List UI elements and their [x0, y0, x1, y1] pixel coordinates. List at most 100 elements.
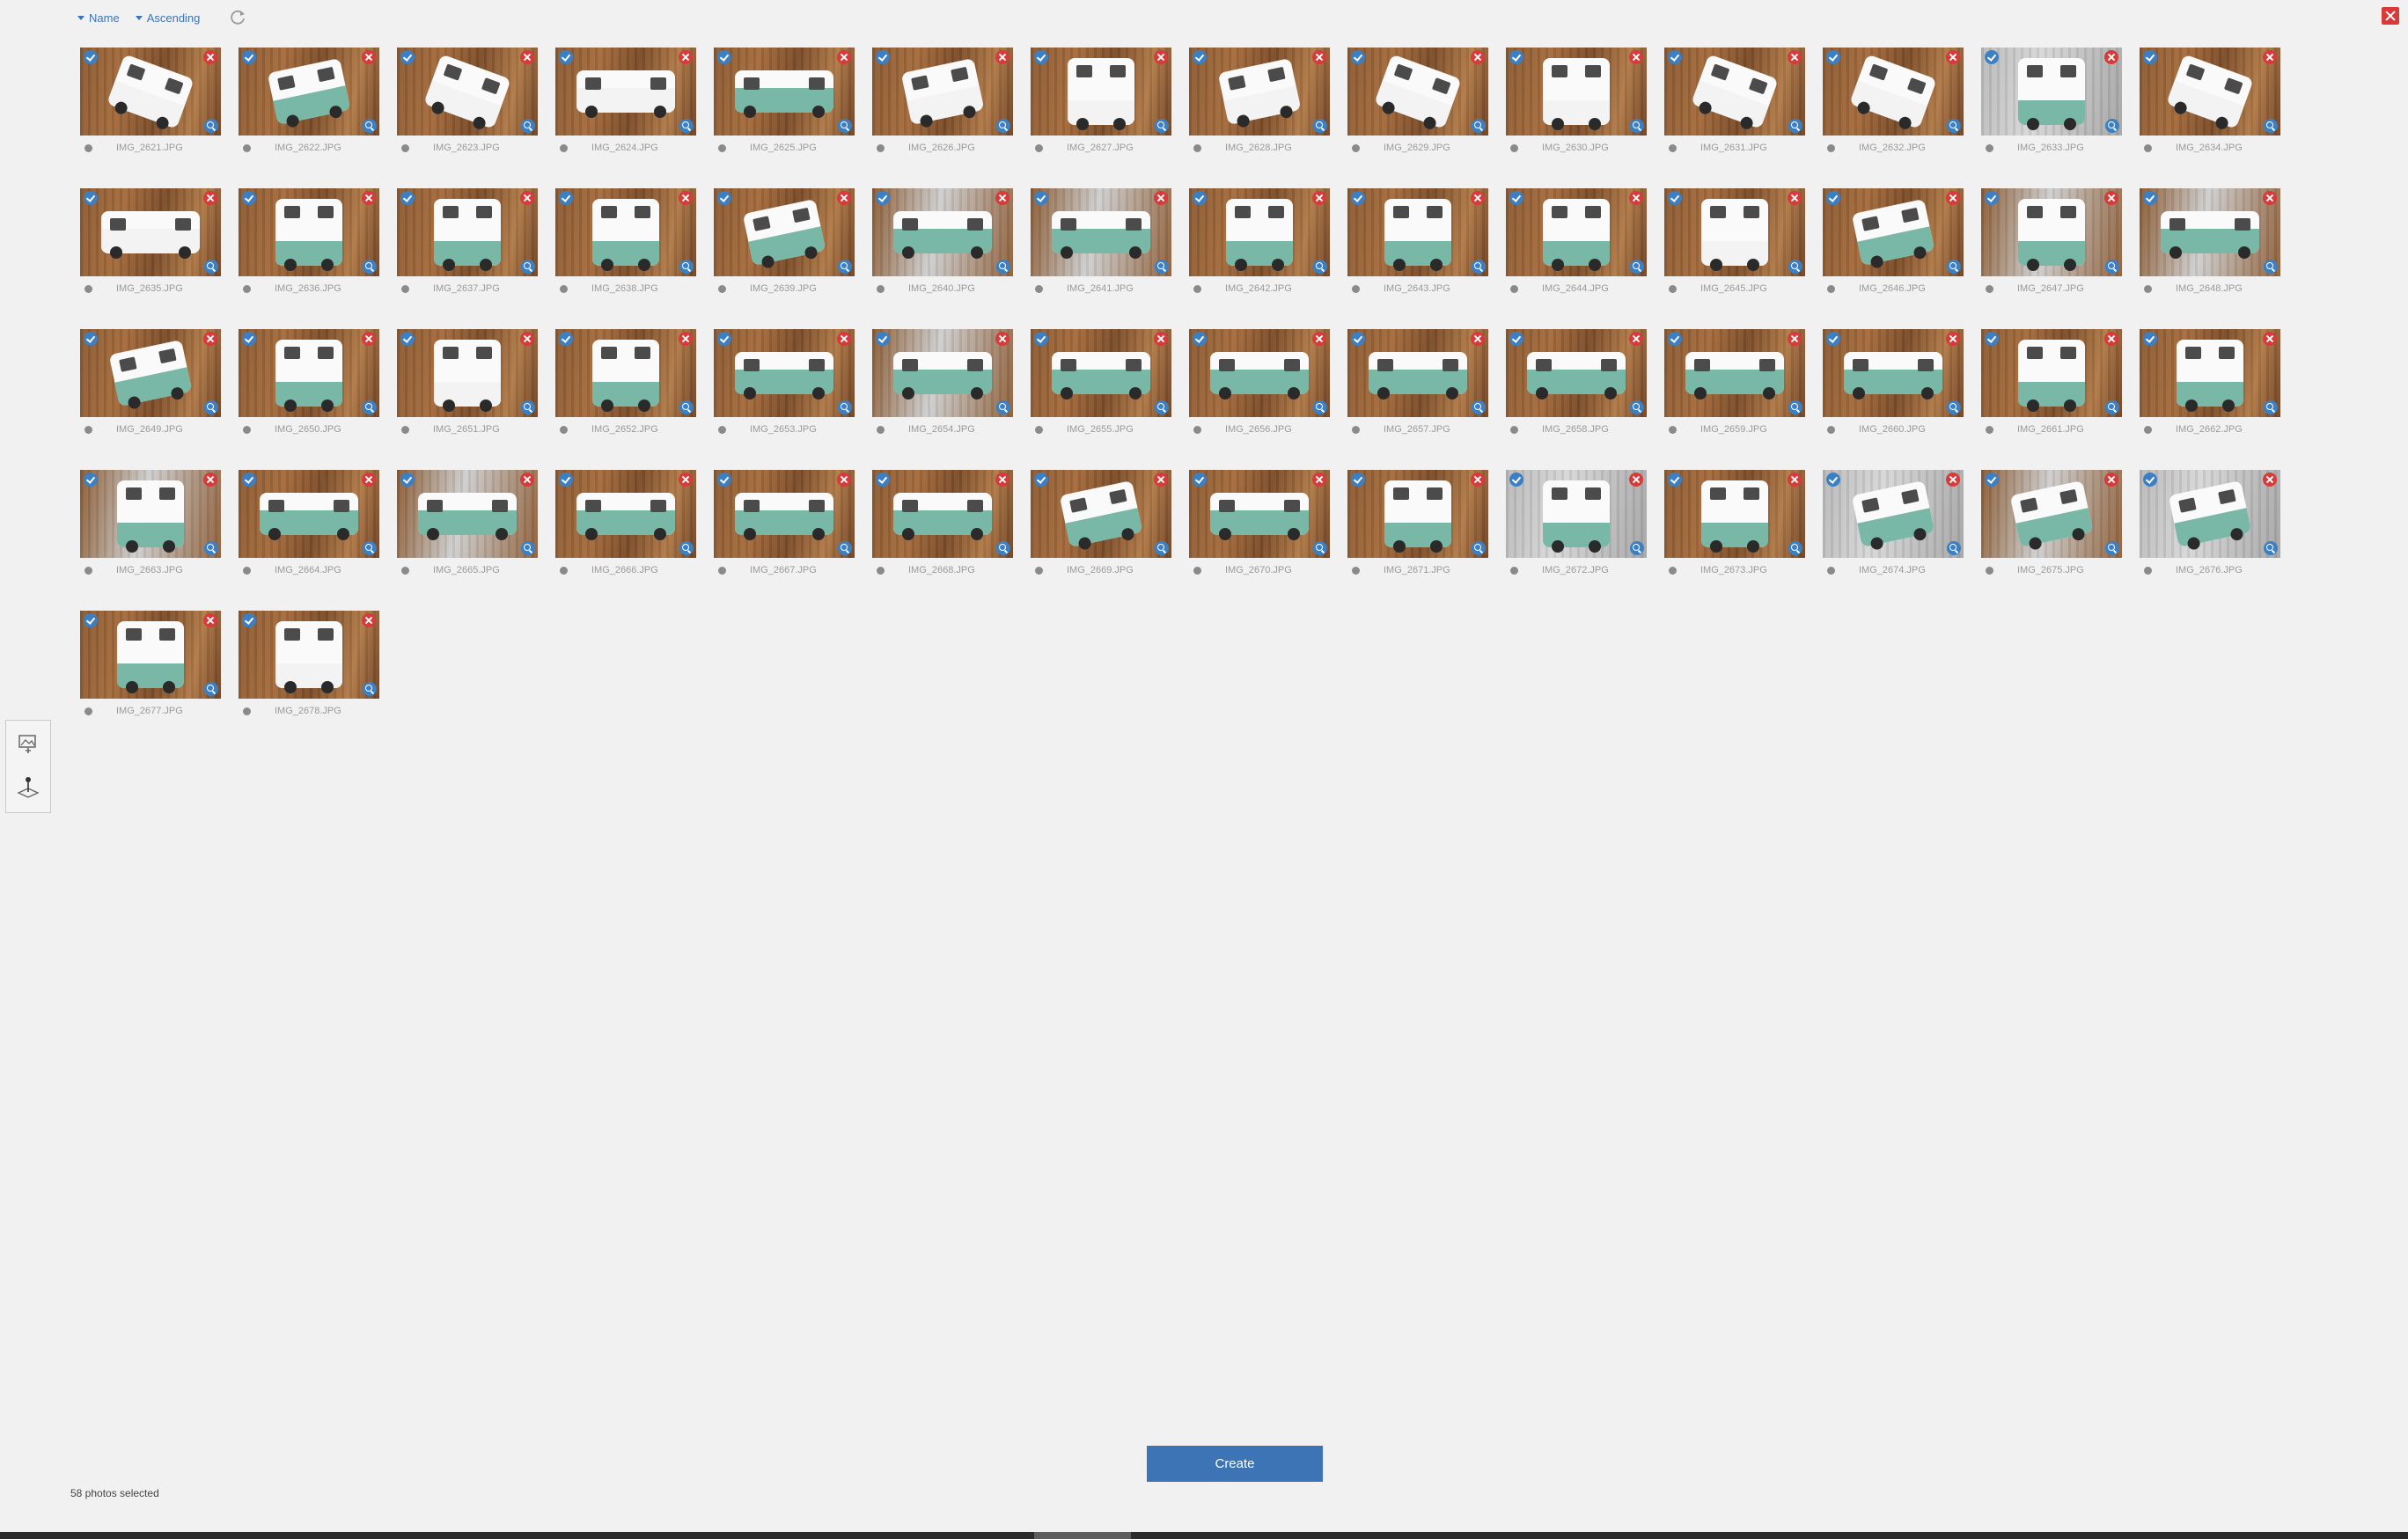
- photo-tile[interactable]: IMG_2632.JPG: [1823, 48, 1964, 153]
- selected-check-icon[interactable]: [242, 332, 256, 346]
- remove-photo-icon[interactable]: [1312, 473, 1326, 487]
- photo-thumbnail[interactable]: [1189, 188, 1330, 276]
- selected-check-icon[interactable]: [1034, 473, 1048, 487]
- remove-photo-icon[interactable]: [203, 50, 217, 64]
- selected-check-icon[interactable]: [559, 332, 573, 346]
- photo-tile[interactable]: IMG_2631.JPG: [1664, 48, 1805, 153]
- photo-thumbnail[interactable]: [1506, 470, 1647, 558]
- selected-check-icon[interactable]: [1351, 473, 1365, 487]
- photo-thumbnail[interactable]: [555, 188, 696, 276]
- photo-tile[interactable]: IMG_2676.JPG: [2140, 470, 2280, 575]
- selected-check-icon[interactable]: [400, 50, 415, 64]
- photo-thumbnail[interactable]: [239, 470, 379, 558]
- zoom-icon[interactable]: [2264, 119, 2278, 133]
- zoom-icon[interactable]: [2264, 541, 2278, 555]
- zoom-icon[interactable]: [1313, 119, 1327, 133]
- selected-check-icon[interactable]: [1351, 50, 1365, 64]
- zoom-icon[interactable]: [204, 682, 218, 696]
- remove-photo-icon[interactable]: [995, 332, 1009, 346]
- remove-photo-icon[interactable]: [1312, 50, 1326, 64]
- zoom-icon[interactable]: [521, 260, 535, 274]
- zoom-icon[interactable]: [1472, 260, 1486, 274]
- remove-photo-icon[interactable]: [362, 191, 376, 205]
- zoom-icon[interactable]: [2105, 260, 2119, 274]
- zoom-icon[interactable]: [2264, 260, 2278, 274]
- remove-photo-icon[interactable]: [1154, 332, 1168, 346]
- photo-tile[interactable]: IMG_2638.JPG: [555, 188, 696, 294]
- photo-tile[interactable]: IMG_2667.JPG: [714, 470, 855, 575]
- photo-thumbnail[interactable]: [239, 188, 379, 276]
- remove-photo-icon[interactable]: [362, 332, 376, 346]
- photo-tile[interactable]: IMG_2677.JPG: [80, 611, 221, 716]
- photo-thumbnail[interactable]: [1506, 188, 1647, 276]
- zoom-icon[interactable]: [1947, 400, 1961, 414]
- photo-thumbnail[interactable]: [2140, 48, 2280, 136]
- photo-tile[interactable]: IMG_2653.JPG: [714, 329, 855, 435]
- selected-check-icon[interactable]: [2143, 473, 2157, 487]
- remove-photo-icon[interactable]: [1154, 191, 1168, 205]
- photo-tile[interactable]: IMG_2634.JPG: [2140, 48, 2280, 153]
- zoom-icon[interactable]: [2105, 400, 2119, 414]
- selected-check-icon[interactable]: [876, 50, 890, 64]
- photo-tile[interactable]: IMG_2623.JPG: [397, 48, 538, 153]
- photo-thumbnail[interactable]: [1823, 329, 1964, 417]
- zoom-icon[interactable]: [679, 119, 694, 133]
- photo-tile[interactable]: IMG_2659.JPG: [1664, 329, 1805, 435]
- photo-thumbnail[interactable]: [1031, 48, 1171, 136]
- selected-check-icon[interactable]: [717, 473, 731, 487]
- photo-thumbnail[interactable]: [80, 470, 221, 558]
- selected-check-icon[interactable]: [1668, 50, 1682, 64]
- remove-photo-icon[interactable]: [2104, 191, 2118, 205]
- sort-field-dropdown[interactable]: Name: [77, 11, 120, 25]
- zoom-icon[interactable]: [1788, 541, 1802, 555]
- photo-tile[interactable]: IMG_2670.JPG: [1189, 470, 1330, 575]
- selected-check-icon[interactable]: [2143, 332, 2157, 346]
- zoom-icon[interactable]: [1155, 400, 1169, 414]
- selected-check-icon[interactable]: [1826, 191, 1840, 205]
- photo-thumbnail[interactable]: [1823, 470, 1964, 558]
- selected-check-icon[interactable]: [1985, 473, 1999, 487]
- remove-photo-icon[interactable]: [203, 473, 217, 487]
- photo-tile[interactable]: IMG_2648.JPG: [2140, 188, 2280, 294]
- remove-photo-icon[interactable]: [1946, 473, 1960, 487]
- photo-thumbnail[interactable]: [1189, 48, 1330, 136]
- remove-photo-icon[interactable]: [362, 473, 376, 487]
- photo-thumbnail[interactable]: [555, 329, 696, 417]
- zoom-icon[interactable]: [679, 260, 694, 274]
- remove-photo-icon[interactable]: [1788, 332, 1802, 346]
- selected-check-icon[interactable]: [1668, 473, 1682, 487]
- selected-check-icon[interactable]: [1193, 332, 1207, 346]
- remove-photo-icon[interactable]: [520, 50, 534, 64]
- photo-thumbnail[interactable]: [872, 329, 1013, 417]
- photo-tile[interactable]: IMG_2639.JPG: [714, 188, 855, 294]
- zoom-icon[interactable]: [1947, 541, 1961, 555]
- photo-thumbnail[interactable]: [714, 48, 855, 136]
- zoom-icon[interactable]: [1155, 260, 1169, 274]
- remove-photo-icon[interactable]: [679, 50, 693, 64]
- photo-thumbnail[interactable]: [397, 470, 538, 558]
- remove-photo-icon[interactable]: [2104, 50, 2118, 64]
- zoom-icon[interactable]: [1788, 260, 1802, 274]
- photo-tile[interactable]: IMG_2669.JPG: [1031, 470, 1171, 575]
- zoom-icon[interactable]: [1472, 541, 1486, 555]
- zoom-icon[interactable]: [1155, 541, 1169, 555]
- remove-photo-icon[interactable]: [1312, 191, 1326, 205]
- remove-photo-icon[interactable]: [2104, 332, 2118, 346]
- remove-photo-icon[interactable]: [2263, 473, 2277, 487]
- photo-thumbnail[interactable]: [1031, 470, 1171, 558]
- zoom-icon[interactable]: [1788, 400, 1802, 414]
- selected-check-icon[interactable]: [1826, 473, 1840, 487]
- selected-check-icon[interactable]: [1351, 332, 1365, 346]
- photo-tile[interactable]: IMG_2664.JPG: [239, 470, 379, 575]
- zoom-icon[interactable]: [1313, 400, 1327, 414]
- photo-tile[interactable]: IMG_2630.JPG: [1506, 48, 1647, 153]
- photo-tile[interactable]: IMG_2673.JPG: [1664, 470, 1805, 575]
- remove-photo-icon[interactable]: [2263, 191, 2277, 205]
- selected-check-icon[interactable]: [876, 332, 890, 346]
- photo-thumbnail[interactable]: [1347, 329, 1488, 417]
- zoom-icon[interactable]: [1947, 119, 1961, 133]
- zoom-icon[interactable]: [1155, 119, 1169, 133]
- photo-tile[interactable]: IMG_2642.JPG: [1189, 188, 1330, 294]
- selected-check-icon[interactable]: [84, 473, 98, 487]
- selected-check-icon[interactable]: [1668, 191, 1682, 205]
